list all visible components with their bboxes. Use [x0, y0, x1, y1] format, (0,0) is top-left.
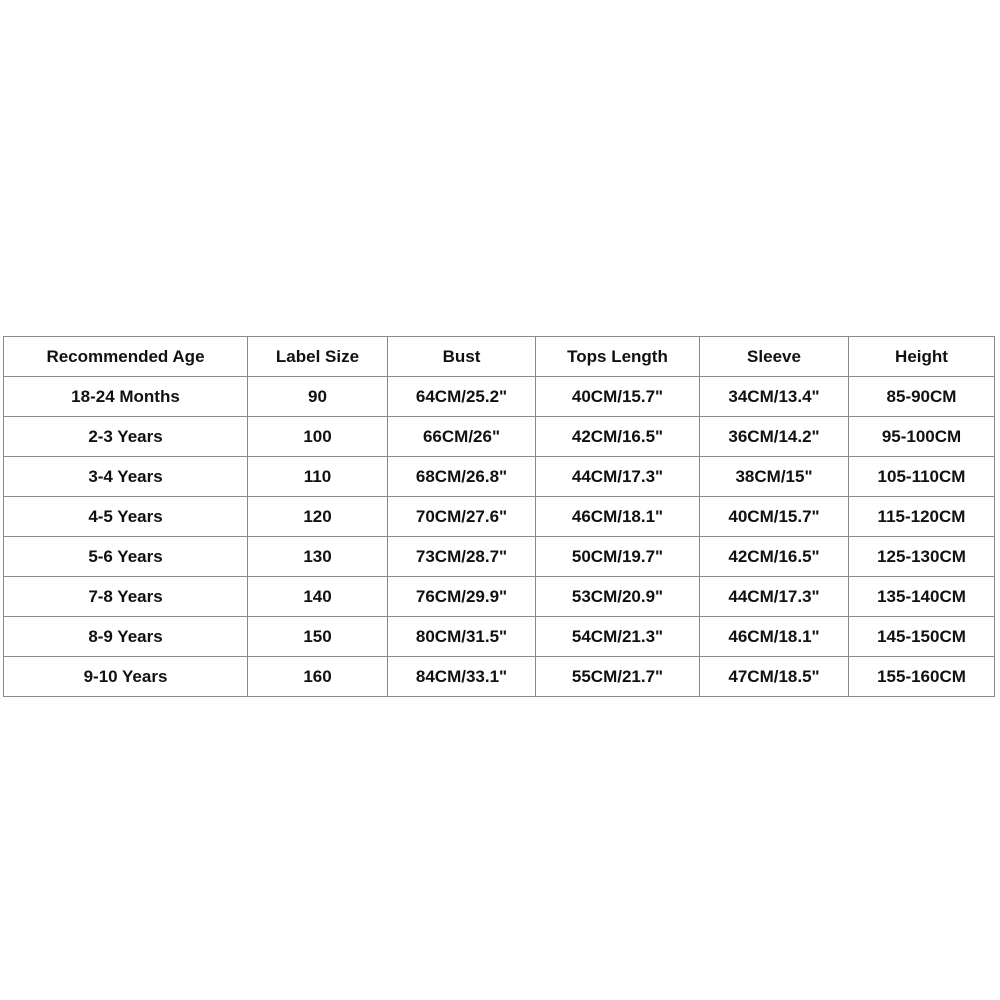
cell-label-size: 100: [247, 416, 388, 457]
cell-tops-length: 50CM/19.7": [535, 536, 700, 577]
cell-bust: 66CM/26": [387, 416, 536, 457]
size-chart-table: Recommended Age Label Size Bust Tops Length…: [3, 336, 995, 697]
cell-height: 145-150CM: [848, 616, 995, 657]
cell-height: 135-140CM: [848, 576, 995, 617]
cell-bust: 68CM/26.8": [387, 456, 536, 497]
header-bust: Bust: [387, 336, 536, 377]
table-row: 3-4 Years 110 68CM/26.8" 44CM/17.3" 38CM/15"…: [3, 456, 995, 497]
cell-tops-length: 42CM/16.5": [535, 416, 700, 457]
cell-label-size: 130: [247, 536, 388, 577]
cell-label-size: 160: [247, 656, 388, 697]
cell-sleeve: 44CM/17.3": [699, 576, 849, 617]
cell-height: 125-130CM: [848, 536, 995, 577]
table-row: 2-3 Years 100 66CM/26" 42CM/16.5" 36CM/14.2"…: [3, 416, 995, 457]
cell-sleeve: 34CM/13.4": [699, 376, 849, 417]
cell-tops-length: 53CM/20.9": [535, 576, 700, 617]
cell-height: 105-110CM: [848, 456, 995, 497]
header-age: Recommended Age: [3, 336, 248, 377]
cell-age: 7-8 Years: [3, 576, 248, 617]
header-label-size: Label Size: [247, 336, 388, 377]
cell-age: 5-6 Years: [3, 536, 248, 577]
header-sleeve: Sleeve: [699, 336, 849, 377]
table-row: 7-8 Years 140 76CM/29.9" 53CM/20.9" 44CM/17.…: [3, 576, 995, 617]
cell-tops-length: 40CM/15.7": [535, 376, 700, 417]
cell-sleeve: 46CM/18.1": [699, 616, 849, 657]
cell-bust: 73CM/28.7": [387, 536, 536, 577]
header-tops-length: Tops Length: [535, 336, 700, 377]
cell-bust: 84CM/33.1": [387, 656, 536, 697]
cell-bust: 76CM/29.9": [387, 576, 536, 617]
cell-age: 8-9 Years: [3, 616, 248, 657]
header-row: Recommended Age Label Size Bust Tops Length…: [3, 336, 995, 377]
cell-sleeve: 42CM/16.5": [699, 536, 849, 577]
cell-age: 9-10 Years: [3, 656, 248, 697]
cell-label-size: 90: [247, 376, 388, 417]
cell-age: 18-24 Months: [3, 376, 248, 417]
table-row: 8-9 Years 150 80CM/31.5" 54CM/21.3" 46CM/18.…: [3, 616, 995, 657]
cell-age: 4-5 Years: [3, 496, 248, 537]
cell-sleeve: 36CM/14.2": [699, 416, 849, 457]
cell-label-size: 150: [247, 616, 388, 657]
cell-bust: 80CM/31.5": [387, 616, 536, 657]
cell-height: 85-90CM: [848, 376, 995, 417]
cell-tops-length: 44CM/17.3": [535, 456, 700, 497]
cell-age: 2-3 Years: [3, 416, 248, 457]
cell-sleeve: 40CM/15.7": [699, 496, 849, 537]
cell-height: 115-120CM: [848, 496, 995, 537]
cell-bust: 70CM/27.6": [387, 496, 536, 537]
cell-sleeve: 47CM/18.5": [699, 656, 849, 697]
cell-sleeve: 38CM/15": [699, 456, 849, 497]
table-row: 9-10 Years 160 84CM/33.1" 55CM/21.7" 47CM/18…: [3, 656, 995, 697]
cell-label-size: 110: [247, 456, 388, 497]
cell-bust: 64CM/25.2": [387, 376, 536, 417]
cell-label-size: 140: [247, 576, 388, 617]
cell-label-size: 120: [247, 496, 388, 537]
cell-tops-length: 46CM/18.1": [535, 496, 700, 537]
cell-height: 95-100CM: [848, 416, 995, 457]
cell-tops-length: 54CM/21.3": [535, 616, 700, 657]
cell-age: 3-4 Years: [3, 456, 248, 497]
table-row: 18-24 Months 90 64CM/25.2" 40CM/15.7" 34CM/1…: [3, 376, 995, 417]
table-row: 5-6 Years 130 73CM/28.7" 50CM/19.7" 42CM/16.…: [3, 536, 995, 577]
table-row: 4-5 Years 120 70CM/27.6" 46CM/18.1" 40CM/15.…: [3, 496, 995, 537]
cell-tops-length: 55CM/21.7": [535, 656, 700, 697]
cell-height: 155-160CM: [848, 656, 995, 697]
header-height: Height: [848, 336, 995, 377]
